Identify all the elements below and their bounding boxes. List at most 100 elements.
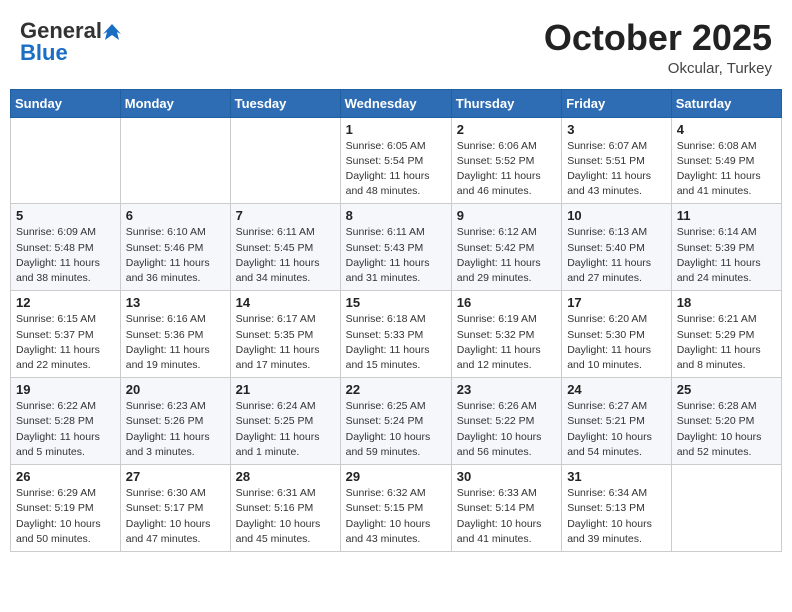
day-number: 29 [346,469,446,484]
month-title: October 2025 [544,18,772,58]
day-info: Sunrise: 6:08 AMSunset: 5:49 PMDaylight:… [677,139,776,200]
calendar-cell: 2Sunrise: 6:06 AMSunset: 5:52 PMDaylight… [451,117,561,204]
weekday-header-saturday: Saturday [671,89,781,117]
day-info: Sunrise: 6:21 AMSunset: 5:29 PMDaylight:… [677,312,776,373]
day-info: Sunrise: 6:11 AMSunset: 5:45 PMDaylight:… [236,225,335,286]
day-number: 30 [457,469,556,484]
calendar-cell: 24 Sunrise: 6:27 AMSunset: 5:21 PMDayligh… [562,378,672,465]
calendar-cell: 25 Sunrise: 6:28 AMSunset: 5:20 PMDayligh… [671,378,781,465]
calendar-cell [120,117,230,204]
day-number: 10 [567,208,666,223]
calendar-cell: 7 Sunrise: 6:11 AMSunset: 5:45 PMDaylight… [230,204,340,291]
calendar-cell: 29 Sunrise: 6:32 AMSunset: 5:15 PMDayligh… [340,465,451,552]
logo-blue: Blue [20,40,68,66]
day-number: 12 [16,295,115,310]
day-info: Sunrise: 6:10 AMSunset: 5:46 PMDaylight:… [126,225,225,286]
calendar-cell: 4 Sunrise: 6:08 AMSunset: 5:49 PMDaylight… [671,117,781,204]
calendar-week-row: 5Sunrise: 6:09 AMSunset: 5:48 PMDaylight… [11,204,782,291]
day-info: Sunrise: 6:13 AMSunset: 5:40 PMDaylight:… [567,225,666,286]
calendar-cell: 3 Sunrise: 6:07 AMSunset: 5:51 PMDaylight… [562,117,672,204]
day-number: 26 [16,469,115,484]
calendar-cell: 31 Sunrise: 6:34 AMSunset: 5:13 PMDayligh… [562,465,672,552]
calendar-cell: 14 Sunrise: 6:17 AMSunset: 5:35 PMDayligh… [230,291,340,378]
day-number: 14 [236,295,335,310]
day-number: 1 [346,122,446,137]
day-number: 18 [677,295,776,310]
day-number: 15 [346,295,446,310]
logo-bird-icon [103,22,121,40]
day-info: Sunrise: 6:12 AMSunset: 5:42 PMDaylight:… [457,225,556,286]
page-header: General Blue October 2025 Okcular, Turke… [10,10,782,81]
calendar-cell: 5Sunrise: 6:09 AMSunset: 5:48 PMDaylight… [11,204,121,291]
calendar-cell: 28 Sunrise: 6:31 AMSunset: 5:16 PMDayligh… [230,465,340,552]
title-block: October 2025 Okcular, Turkey [544,18,772,77]
weekday-header-tuesday: Tuesday [230,89,340,117]
day-number: 31 [567,469,666,484]
calendar-cell: 8Sunrise: 6:11 AMSunset: 5:43 PMDaylight… [340,204,451,291]
day-info: Sunrise: 6:18 AMSunset: 5:33 PMDaylight:… [346,312,446,373]
day-number: 4 [677,122,776,137]
calendar-cell: 23Sunrise: 6:26 AMSunset: 5:22 PMDayligh… [451,378,561,465]
day-number: 16 [457,295,556,310]
day-number: 11 [677,208,776,223]
day-number: 20 [126,382,225,397]
day-number: 25 [677,382,776,397]
day-number: 3 [567,122,666,137]
day-info: Sunrise: 6:16 AMSunset: 5:36 PMDaylight:… [126,312,225,373]
day-info: Sunrise: 6:25 AMSunset: 5:24 PMDaylight:… [346,399,446,460]
weekday-header-wednesday: Wednesday [340,89,451,117]
calendar-week-row: 19 Sunrise: 6:22 AMSunset: 5:28 PMDayligh… [11,378,782,465]
day-info: Sunrise: 6:29 AMSunset: 5:19 PMDaylight:… [16,486,115,547]
weekday-header-sunday: Sunday [11,89,121,117]
day-number: 22 [346,382,446,397]
weekday-header-row: SundayMondayTuesdayWednesdayThursdayFrid… [11,89,782,117]
day-info: Sunrise: 6:20 AMSunset: 5:30 PMDaylight:… [567,312,666,373]
day-info: Sunrise: 6:34 AMSunset: 5:13 PMDaylight:… [567,486,666,547]
day-info: Sunrise: 6:27 AMSunset: 5:21 PMDaylight:… [567,399,666,460]
calendar-cell: 1 Sunrise: 6:05 AMSunset: 5:54 PMDaylight… [340,117,451,204]
weekday-header-friday: Friday [562,89,672,117]
weekday-header-monday: Monday [120,89,230,117]
day-number: 28 [236,469,335,484]
day-info: Sunrise: 6:07 AMSunset: 5:51 PMDaylight:… [567,139,666,200]
calendar-cell: 13 Sunrise: 6:16 AMSunset: 5:36 PMDayligh… [120,291,230,378]
day-info: Sunrise: 6:30 AMSunset: 5:17 PMDaylight:… [126,486,225,547]
calendar-cell: 30 Sunrise: 6:33 AMSunset: 5:14 PMDayligh… [451,465,561,552]
calendar-cell: 21Sunrise: 6:24 AMSunset: 5:25 PMDayligh… [230,378,340,465]
day-info: Sunrise: 6:19 AMSunset: 5:32 PMDaylight:… [457,312,556,373]
day-number: 19 [16,382,115,397]
weekday-header-thursday: Thursday [451,89,561,117]
day-info: Sunrise: 6:22 AMSunset: 5:28 PMDaylight:… [16,399,115,460]
calendar-cell [671,465,781,552]
day-info: Sunrise: 6:28 AMSunset: 5:20 PMDaylight:… [677,399,776,460]
day-number: 24 [567,382,666,397]
day-info: Sunrise: 6:14 AMSunset: 5:39 PMDaylight:… [677,225,776,286]
calendar-cell: 27 Sunrise: 6:30 AMSunset: 5:17 PMDayligh… [120,465,230,552]
calendar-cell: 6Sunrise: 6:10 AMSunset: 5:46 PMDaylight… [120,204,230,291]
day-number: 17 [567,295,666,310]
calendar-cell: 16 Sunrise: 6:19 AMSunset: 5:32 PMDayligh… [451,291,561,378]
day-info: Sunrise: 6:31 AMSunset: 5:16 PMDaylight:… [236,486,335,547]
day-number: 9 [457,208,556,223]
day-info: Sunrise: 6:11 AMSunset: 5:43 PMDaylight:… [346,225,446,286]
day-info: Sunrise: 6:32 AMSunset: 5:15 PMDaylight:… [346,486,446,547]
calendar-week-row: 26 Sunrise: 6:29 AMSunset: 5:19 PMDayligh… [11,465,782,552]
day-info: Sunrise: 6:17 AMSunset: 5:35 PMDaylight:… [236,312,335,373]
day-number: 2 [457,122,556,137]
calendar-cell: 18 Sunrise: 6:21 AMSunset: 5:29 PMDayligh… [671,291,781,378]
day-info: Sunrise: 6:24 AMSunset: 5:25 PMDaylight:… [236,399,335,460]
location: Okcular, Turkey [544,60,772,77]
day-number: 27 [126,469,225,484]
day-info: Sunrise: 6:05 AMSunset: 5:54 PMDaylight:… [346,139,446,200]
day-number: 23 [457,382,556,397]
day-number: 13 [126,295,225,310]
logo: General Blue [20,18,122,66]
calendar-cell [230,117,340,204]
calendar-cell: 26 Sunrise: 6:29 AMSunset: 5:19 PMDayligh… [11,465,121,552]
calendar-cell: 10 Sunrise: 6:13 AMSunset: 5:40 PMDayligh… [562,204,672,291]
day-info: Sunrise: 6:33 AMSunset: 5:14 PMDaylight:… [457,486,556,547]
calendar-table: SundayMondayTuesdayWednesdayThursdayFrid… [10,89,782,552]
day-info: Sunrise: 6:09 AMSunset: 5:48 PMDaylight:… [16,225,115,286]
day-number: 7 [236,208,335,223]
calendar-cell: 15 Sunrise: 6:18 AMSunset: 5:33 PMDayligh… [340,291,451,378]
